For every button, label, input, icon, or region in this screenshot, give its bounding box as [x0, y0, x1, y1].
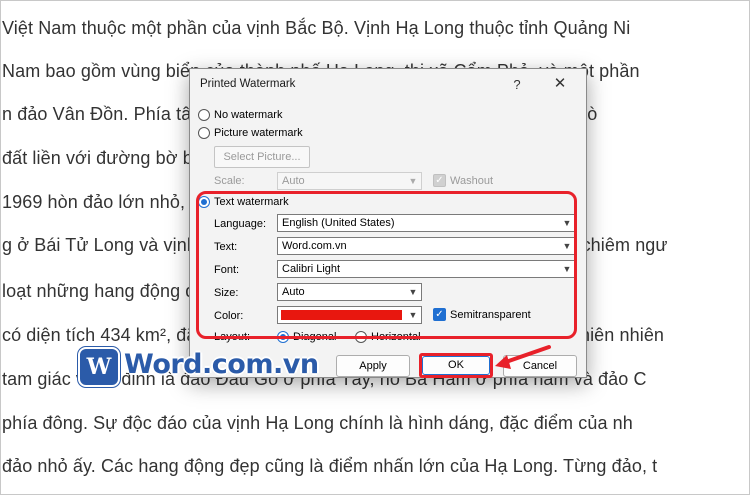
- close-button[interactable]: ✕: [548, 74, 572, 94]
- washout-label: Washout: [450, 175, 494, 187]
- chevron-down-icon: ▼: [408, 287, 418, 297]
- scale-label: Scale:: [214, 175, 245, 187]
- washout-checkbox[interactable]: ✓: [433, 174, 446, 187]
- help-button[interactable]: ?: [508, 76, 526, 94]
- font-label: Font:: [214, 264, 240, 276]
- chevron-down-icon: ▼: [408, 310, 418, 320]
- document-line: đảo nhỏ ấy. Các hang động đẹp cũng là đi…: [2, 456, 658, 476]
- text-watermark-label: Text watermark: [214, 196, 289, 208]
- logo-text: Word.com.vn: [124, 349, 319, 380]
- no-watermark-radio[interactable]: [198, 109, 210, 121]
- text-watermark-radio[interactable]: [198, 196, 210, 208]
- size-value: Auto: [282, 286, 305, 298]
- horizontal-label: Horizontal: [371, 331, 421, 343]
- dialog-titlebar[interactable]: Printed Watermark ? ✕: [190, 69, 586, 99]
- horizontal-radio[interactable]: [355, 331, 367, 343]
- picture-watermark-label: Picture watermark: [214, 127, 303, 139]
- diagonal-label: Diagonal: [293, 331, 337, 343]
- color-label: Color:: [214, 310, 244, 322]
- select-picture-button[interactable]: Select Picture...: [214, 146, 310, 168]
- color-dropdown[interactable]: ▼: [277, 306, 422, 324]
- no-watermark-label: No watermark: [214, 109, 283, 121]
- apply-button[interactable]: Apply: [336, 355, 410, 377]
- font-dropdown[interactable]: Calibri Light ▼: [277, 260, 576, 278]
- picture-watermark-radio[interactable]: [198, 127, 210, 139]
- scale-dropdown[interactable]: Auto ▼: [277, 172, 422, 190]
- text-value: Word.com.vn: [282, 240, 347, 252]
- word-logo-icon: W: [78, 347, 120, 387]
- size-dropdown[interactable]: Auto ▼: [277, 283, 422, 301]
- printed-watermark-dialog: Printed Watermark ? ✕ No watermark Pictu…: [189, 68, 587, 378]
- semitransparent-checkbox[interactable]: ✓: [433, 308, 446, 321]
- text-combobox[interactable]: Word.com.vn ▼: [277, 237, 576, 255]
- arrow-pointer-icon: [495, 345, 551, 369]
- layout-label: Layout:: [214, 331, 251, 343]
- chevron-down-icon: ▼: [562, 264, 572, 274]
- document-line: phía đông. Sự độc đáo của vịnh Hạ Long c…: [2, 413, 633, 433]
- text-label: Text:: [214, 241, 238, 253]
- watermark-logo: W Word.com.vn: [78, 347, 319, 387]
- diagonal-radio[interactable]: [277, 331, 289, 343]
- dialog-title: Printed Watermark: [200, 78, 296, 90]
- chevron-down-icon: ▼: [562, 218, 572, 228]
- color-swatch: [281, 310, 402, 320]
- language-dropdown[interactable]: English (United States) ▼: [277, 214, 576, 232]
- ok-button[interactable]: OK: [422, 356, 490, 375]
- chevron-down-icon: ▼: [562, 241, 572, 251]
- semitransparent-label: Semitransparent: [450, 309, 531, 321]
- font-value: Calibri Light: [282, 263, 341, 275]
- chevron-down-icon: ▼: [408, 176, 418, 186]
- scale-value: Auto: [282, 175, 305, 187]
- document-line: Việt Nam thuộc một phần của vịnh Bắc Bộ.…: [2, 18, 631, 38]
- size-label: Size:: [214, 287, 239, 299]
- language-value: English (United States): [282, 217, 395, 229]
- language-label: Language:: [214, 218, 266, 230]
